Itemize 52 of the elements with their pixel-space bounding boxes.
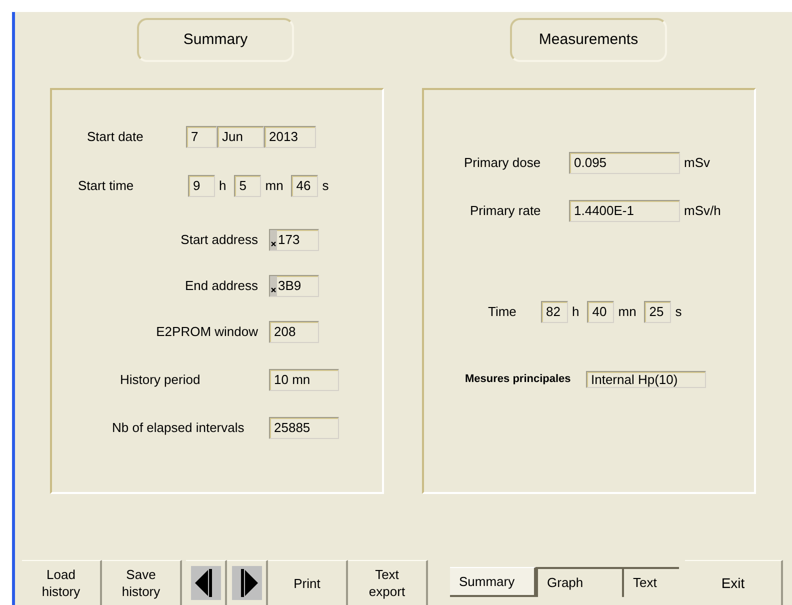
value-field[interactable]: 82 <box>541 301 568 323</box>
unit-label: mSv <box>684 154 710 172</box>
value-field[interactable]: Jun <box>217 126 264 148</box>
value-field[interactable]: 7 <box>186 126 217 148</box>
view-tab[interactable]: Summary <box>450 567 536 597</box>
unit-label: s <box>675 303 682 322</box>
value-field[interactable]: 40 <box>587 301 614 323</box>
toolbar-button[interactable]: Load history <box>22 560 102 605</box>
hex-prefix-icon <box>270 276 277 296</box>
value-field[interactable]: 208 <box>269 321 319 343</box>
view-tab[interactable]: Graph <box>536 567 622 597</box>
section-button[interactable]: Summary <box>137 18 294 62</box>
value-field[interactable]: 25885 <box>269 417 339 439</box>
value-field[interactable]: 46 <box>291 175 318 197</box>
field-label: Start address <box>180 231 259 250</box>
previous-icon <box>190 566 220 600</box>
toolbar-button[interactable]: Text export <box>348 560 428 605</box>
hex-field[interactable]: 173 <box>269 229 319 251</box>
value-field[interactable]: 1.4400E-1 <box>569 200 680 222</box>
unit-label: mn <box>265 177 284 196</box>
unit-label: h <box>219 177 226 196</box>
field-label: E2PROM window <box>155 323 259 342</box>
unit-label: mSv/h <box>684 202 721 220</box>
field-label: End address <box>184 277 259 296</box>
exit-button[interactable]: Exit <box>685 560 783 605</box>
field-label: Primary rate <box>470 202 542 220</box>
value-field[interactable]: 0.095 <box>569 152 680 174</box>
field-label: Start date <box>87 128 144 146</box>
next-button[interactable] <box>227 560 268 605</box>
value-field[interactable]: 9 <box>188 175 215 197</box>
unit-label: h <box>572 303 580 322</box>
view-tab[interactable]: Text <box>622 567 679 597</box>
hex-prefix-icon <box>270 230 277 250</box>
hex-field[interactable]: 3B9 <box>269 275 319 297</box>
previous-button[interactable] <box>186 560 227 605</box>
field-label: History period <box>120 371 202 390</box>
unit-label: s <box>322 177 329 196</box>
field-label: Time <box>488 303 518 322</box>
value-field[interactable]: 25 <box>644 301 672 323</box>
field-label: Mesures principales <box>465 372 572 387</box>
field-label: Primary dose <box>464 154 542 172</box>
field-label: Nb of elapsed intervals <box>112 419 246 438</box>
field-label: Start time <box>78 177 135 196</box>
toolbar-button[interactable]: Print <box>268 560 348 605</box>
value-field[interactable]: Internal Hp(10) <box>586 370 706 388</box>
value-field[interactable]: 2013 <box>264 126 316 148</box>
toolbar-button[interactable]: Save history <box>102 560 182 605</box>
section-button[interactable]: Measurements <box>510 18 667 62</box>
next-icon <box>232 566 262 600</box>
value-field[interactable]: 5 <box>234 175 262 197</box>
unit-label: mn <box>618 303 636 322</box>
value-field[interactable]: 10 mn <box>269 369 339 391</box>
